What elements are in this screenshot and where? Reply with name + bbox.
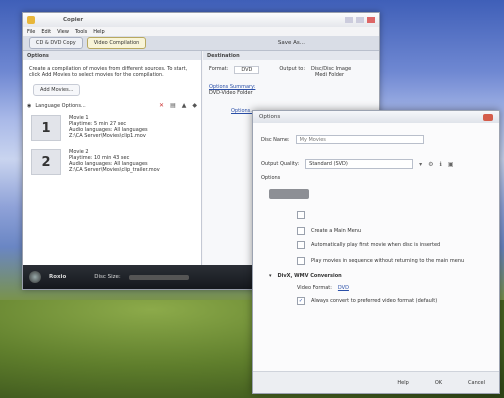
movie-path: Z:\CA Server\Movies\clip1.mov — [69, 133, 146, 139]
create-main-menu-label: Create a Main Menu — [311, 228, 362, 234]
cancel-button[interactable]: Cancel — [468, 380, 485, 386]
tab-cd-dvd-copy[interactable]: CD & DVD Copy — [29, 37, 83, 49]
options-panel-header: Options — [23, 51, 201, 60]
save-as-button[interactable]: Save As... — [270, 38, 313, 48]
movie-thumbnail: 1 — [31, 115, 61, 141]
destination-header: Destination — [203, 51, 379, 60]
language-bar: ◉ Language Options... ✕ ▤ ▲ ◆ — [23, 100, 201, 111]
move-up-icon[interactable]: ▲ — [182, 102, 187, 109]
ok-button[interactable]: OK — [435, 380, 442, 386]
menu-tools[interactable]: Tools — [75, 29, 87, 35]
add-movies-button[interactable]: Add Movies... — [33, 84, 81, 96]
menu-options-section-header — [269, 189, 309, 199]
dialog-title-bar: Options — [253, 111, 499, 123]
video-format-value[interactable]: DVD — [338, 285, 349, 291]
output-quality-label: Output Quality: — [261, 161, 300, 167]
output-to-label: Output to: — [279, 66, 306, 72]
compilation-description: Create a compilation of movies from diff… — [29, 66, 188, 78]
title-bar: Copier — [23, 13, 379, 27]
list-item[interactable]: 1 Movie 1 Playtime: 5 min 27 sec Audio l… — [23, 111, 201, 145]
video-format-label: Video Format: — [297, 285, 332, 291]
language-icon: ◉ — [27, 102, 32, 109]
options-dialog: Options Disc Name: My Movies Output Qual… — [252, 110, 500, 394]
conversion-section-header: DivX, WMV Conversion — [277, 273, 342, 279]
output-quality-select[interactable]: Standard (SVD) — [305, 159, 414, 169]
movie-thumbnail: 2 — [31, 149, 61, 175]
menu-help[interactable]: Help — [93, 29, 104, 35]
movie-path: Z:\CA Server\Movies\clip_trailer.mov — [69, 167, 160, 173]
tab-video-compilation[interactable]: Video Compilation — [86, 37, 147, 49]
disc-size-bar — [128, 274, 189, 280]
minimize-icon[interactable] — [345, 17, 353, 23]
movie-toolbar: ✕ ▤ ▲ ◆ — [159, 102, 197, 109]
create-main-menu-checkbox[interactable] — [297, 227, 305, 235]
disc-size-label: Disc Size: — [94, 274, 121, 280]
maximize-icon[interactable] — [356, 17, 364, 23]
close-icon[interactable] — [483, 113, 493, 121]
options-panel: Options Create a compilation of movies f… — [23, 51, 202, 265]
window-controls[interactable] — [345, 17, 375, 23]
disc-name-label: Disc Name: — [261, 136, 290, 143]
output-subvalue: Medi Folder — [315, 72, 345, 78]
tab-bar: CD & DVD Copy Video Compilation Save As.… — [23, 36, 379, 51]
play-sequence-label: Play movies in sequence without returnin… — [311, 258, 465, 264]
delete-icon[interactable]: ✕ — [159, 102, 164, 109]
dialog-footer: Help OK Cancel — [253, 371, 499, 393]
menu-bar: File Edit View Tools Help — [23, 27, 379, 36]
format-value[interactable]: DVD — [234, 66, 260, 74]
quality-settings-icon[interactable]: ⚙ — [428, 161, 433, 168]
menu-edit[interactable]: Edit — [41, 29, 51, 35]
quality-preview-icon[interactable]: ▣ — [448, 161, 454, 168]
main-menu-checkbox[interactable] — [297, 211, 305, 219]
list-item[interactable]: 2 Movie 2 Playtime: 10 min 43 sec Audio … — [23, 145, 201, 179]
options-summary-value: DVD-Video Folder — [209, 90, 253, 96]
dialog-title: Options — [259, 114, 281, 120]
menu-view[interactable]: View — [57, 29, 69, 35]
help-button[interactable]: Help — [397, 380, 408, 386]
language-options-button[interactable]: Language Options... — [35, 103, 85, 109]
autoplay-checkbox[interactable] — [297, 241, 305, 249]
window-title: Copier — [63, 17, 84, 23]
options-section-label: Options — [261, 175, 281, 181]
always-convert-checkbox[interactable]: ✓ — [297, 297, 305, 305]
move-down-icon[interactable]: ◆ — [192, 102, 197, 109]
chevron-down-icon[interactable]: ▾ — [419, 161, 422, 168]
autoplay-label: Automatically play first movie when disc… — [311, 242, 441, 248]
close-icon[interactable] — [367, 17, 375, 23]
format-label: Format: — [209, 66, 229, 72]
play-sequence-checkbox[interactable] — [297, 257, 305, 265]
collapse-icon[interactable]: ▾ — [269, 273, 272, 279]
edit-icon[interactable]: ▤ — [170, 102, 176, 109]
quality-info-icon[interactable]: ℹ — [440, 161, 442, 168]
brand-name: Roxio — [49, 274, 67, 280]
app-icon — [27, 16, 35, 24]
disc-name-field[interactable]: My Movies — [295, 135, 424, 144]
menu-file[interactable]: File — [27, 29, 35, 35]
roxio-logo-icon — [29, 271, 41, 283]
always-convert-label: Always convert to preferred video format… — [311, 298, 438, 304]
